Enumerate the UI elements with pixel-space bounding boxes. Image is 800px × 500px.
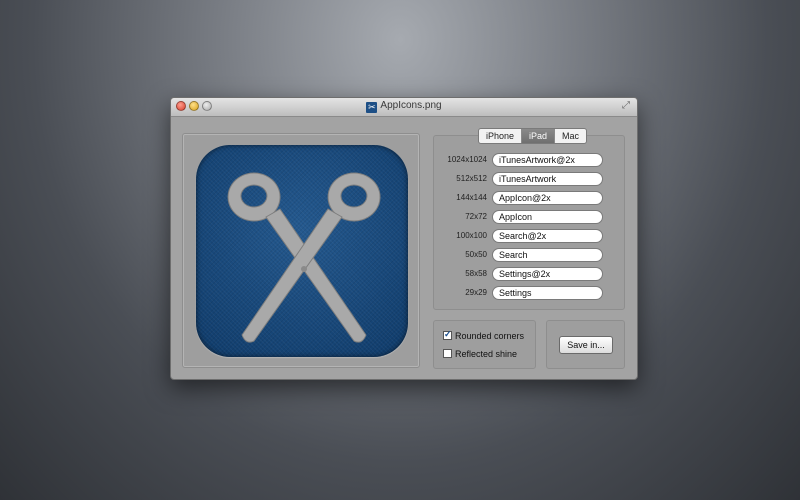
reflected-shine-option[interactable]: Reflected shine: [443, 349, 517, 361]
size-label: 50x50: [465, 250, 487, 259]
app-window: ✂ AppIcons.png ⤢ iPhone iPad Mac 1024x10…: [170, 97, 638, 380]
size-row: 58x58 Settings@2x: [434, 267, 624, 281]
size-row: 100x100 Search@2x: [434, 229, 624, 243]
filename-field[interactable]: Settings: [492, 286, 603, 300]
size-label: 72x72: [465, 212, 487, 221]
rounded-corners-label: Rounded corners: [455, 331, 525, 341]
filename-field[interactable]: iTunesArtwork@2x: [492, 153, 603, 167]
size-label: 100x100: [456, 231, 487, 240]
size-row: 50x50 Search: [434, 248, 624, 262]
document-icon: ✂: [366, 102, 378, 113]
tab-iphone[interactable]: iPhone: [479, 129, 523, 143]
size-row: 72x72 AppIcon: [434, 210, 624, 224]
scissors-icon: [227, 172, 381, 343]
reflected-shine-checkbox[interactable]: [443, 349, 452, 358]
size-row: 1024x1024 iTunesArtwork@2x: [434, 153, 624, 167]
filename-field[interactable]: AppIcon: [492, 210, 603, 224]
icon-sizes-panel: 1024x1024 iTunesArtwork@2x 512x512 iTune…: [433, 135, 625, 310]
size-row: 29x29 Settings: [434, 286, 624, 300]
window-title-area: ✂ AppIcons.png: [171, 100, 637, 113]
size-label: 58x58: [465, 269, 487, 278]
size-row: 144x144 AppIcon@2x: [434, 191, 624, 205]
rounded-corners-option[interactable]: Rounded corners: [443, 329, 525, 343]
size-label: 1024x1024: [447, 155, 487, 164]
tab-ipad[interactable]: iPad: [522, 129, 556, 143]
fullscreen-icon[interactable]: ⤢: [622, 101, 632, 111]
filename-field[interactable]: Search: [492, 248, 603, 262]
size-row: 512x512 iTunesArtwork: [434, 172, 624, 186]
app-icon-preview: [196, 145, 408, 357]
filename-field[interactable]: AppIcon@2x: [492, 191, 603, 205]
title-bar[interactable]: ✂ AppIcons.png ⤢: [171, 98, 637, 117]
device-tabs: iPhone iPad Mac: [478, 128, 588, 144]
size-label: 144x144: [456, 193, 487, 202]
save-in-button[interactable]: Save in...: [559, 336, 613, 354]
size-label: 29x29: [465, 288, 487, 297]
icon-preview-panel: [182, 133, 420, 368]
filename-field[interactable]: Search@2x: [492, 229, 603, 243]
filename-field[interactable]: iTunesArtwork: [492, 172, 603, 186]
reflected-shine-label: Reflected shine: [455, 349, 518, 359]
rounded-corners-checkbox[interactable]: [443, 329, 452, 340]
window-title: AppIcons.png: [380, 100, 442, 111]
options-panel: Rounded corners Reflected shine: [433, 320, 536, 369]
tab-mac[interactable]: Mac: [555, 129, 586, 143]
filename-field[interactable]: Settings@2x: [492, 267, 603, 281]
save-panel: Save in...: [546, 320, 625, 369]
size-label: 512x512: [456, 174, 487, 183]
